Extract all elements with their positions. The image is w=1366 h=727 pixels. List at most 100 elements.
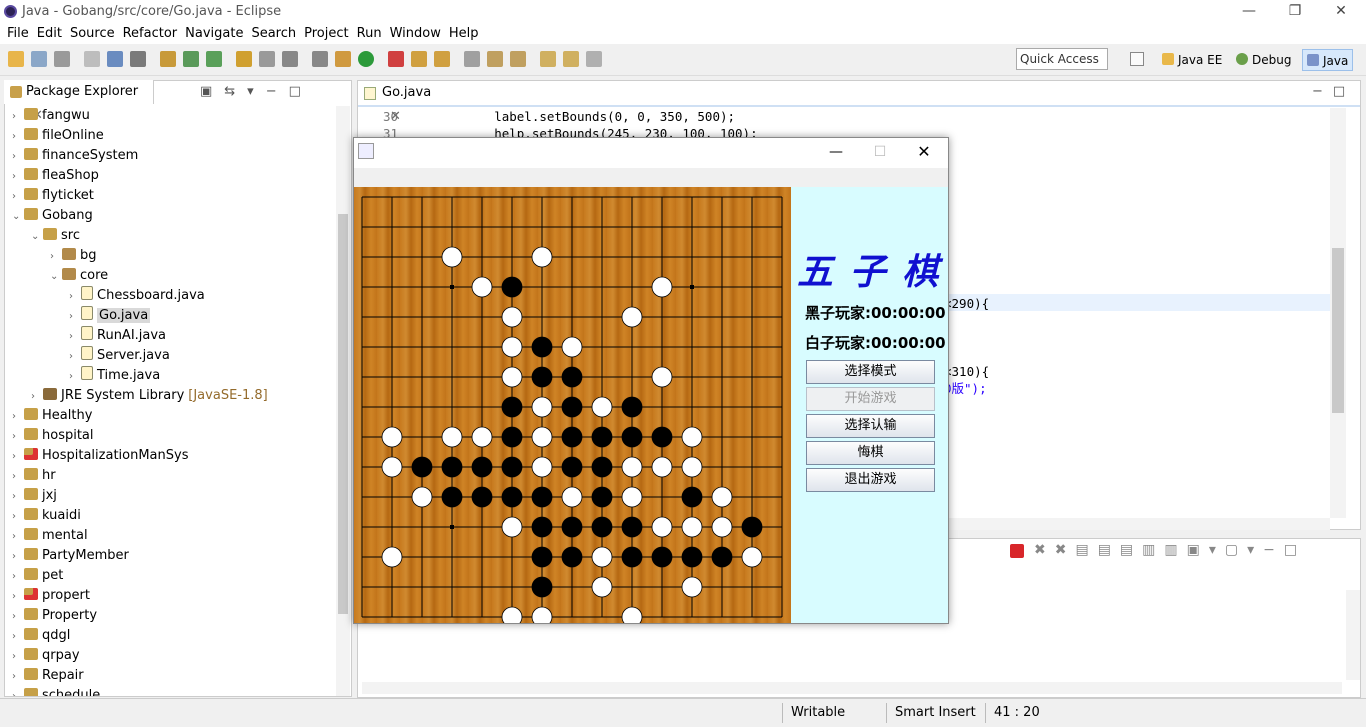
- build-icon[interactable]: [236, 51, 252, 67]
- chevron-right-icon[interactable]: ›: [69, 287, 81, 307]
- chevron-right-icon[interactable]: ›: [12, 107, 24, 127]
- show-whitespace-icon[interactable]: [335, 51, 351, 67]
- toggle-mark-occ-icon[interactable]: [312, 51, 328, 67]
- perspective-java-ee[interactable]: Java EE: [1158, 49, 1226, 71]
- chevron-right-icon[interactable]: ›: [12, 487, 24, 507]
- surrender-button[interactable]: 选择认输: [806, 414, 935, 438]
- run-icon[interactable]: [358, 51, 374, 67]
- tree-item-schedule[interactable]: › schedule: [10, 686, 340, 696]
- tree-item-jre-system-library[interactable]: › JRE System Library [JavaSE-1.8]: [10, 386, 340, 406]
- perspective-debug[interactable]: Debug: [1232, 49, 1295, 71]
- chevron-right-icon[interactable]: ›: [12, 687, 24, 696]
- select-mode-button[interactable]: 选择模式: [806, 360, 935, 384]
- prev-annotation-icon[interactable]: [510, 51, 526, 67]
- debug-config-icon[interactable]: [160, 51, 176, 67]
- tree-item-hr[interactable]: › hr: [10, 466, 340, 486]
- tree-item-qrpay[interactable]: › qrpay: [10, 646, 340, 666]
- tree-item-financesystem[interactable]: › financeSystem: [10, 146, 340, 166]
- tree-item-qdgl[interactable]: › qdgl: [10, 626, 340, 646]
- board-grid[interactable]: [354, 187, 791, 623]
- chevron-right-icon[interactable]: ›: [12, 147, 24, 167]
- exit-game-button[interactable]: 退出游戏: [806, 468, 935, 492]
- tree-item-chessboard-java[interactable]: › Chessboard.java: [10, 286, 340, 306]
- chevron-right-icon[interactable]: ›: [12, 127, 24, 147]
- tree-item-core[interactable]: ⌄ core: [10, 266, 340, 286]
- tree-item-hospitalizationmansys[interactable]: › HospitalizationManSys: [10, 446, 340, 466]
- chevron-down-icon[interactable]: ⌄: [50, 267, 62, 287]
- toggle-mark-icon[interactable]: [282, 51, 298, 67]
- tree-item-jxj[interactable]: › jxj: [10, 486, 340, 506]
- external-tools-icon[interactable]: [464, 51, 480, 67]
- chevron-down-icon[interactable]: ⌄: [31, 227, 43, 247]
- print-icon[interactable]: [84, 51, 100, 67]
- open-perspective-icon[interactable]: [1130, 52, 1144, 66]
- open-task-icon[interactable]: [411, 51, 427, 67]
- chevron-right-icon[interactable]: ›: [12, 467, 24, 487]
- forward-icon[interactable]: [563, 51, 579, 67]
- explorer-scrollbar[interactable]: [336, 106, 350, 696]
- pin-icon[interactable]: [586, 51, 602, 67]
- chevron-right-icon[interactable]: ›: [12, 407, 24, 427]
- perspective-java[interactable]: Java: [1302, 49, 1354, 71]
- tree-item-property[interactable]: › Property: [10, 606, 340, 626]
- minimize-icon[interactable]: —: [1226, 0, 1272, 24]
- tab-go-java[interactable]: Go.java ✕: [358, 81, 450, 124]
- chevron-right-icon[interactable]: ›: [12, 427, 24, 447]
- chevron-right-icon[interactable]: ›: [69, 307, 81, 327]
- tree-item-healthy[interactable]: › Healthy: [10, 406, 340, 426]
- chevron-down-icon[interactable]: ⌄: [12, 207, 24, 227]
- link-icon[interactable]: [259, 51, 275, 67]
- search-icon[interactable]: [130, 51, 146, 67]
- start-game-button[interactable]: 开始游戏: [806, 387, 935, 411]
- tree-item-gobang[interactable]: ⌄ Gobang: [10, 206, 340, 226]
- chevron-right-icon[interactable]: ›: [31, 387, 43, 407]
- quick-access-input[interactable]: Quick Access: [1016, 48, 1108, 70]
- tree-item-time-java[interactable]: › Time.java: [10, 366, 340, 386]
- close-icon[interactable]: ✕: [904, 140, 944, 166]
- menu-source[interactable]: Source: [66, 25, 119, 43]
- tree-item-pet[interactable]: › pet: [10, 566, 340, 586]
- menu-search[interactable]: Search: [247, 25, 300, 43]
- tree-item-hospital[interactable]: › hospital: [10, 426, 340, 446]
- tree-item-flyticket[interactable]: › flyticket: [10, 186, 340, 206]
- editor-vertical-scrollbar[interactable]: [1330, 108, 1346, 518]
- menu-run[interactable]: Run: [353, 25, 386, 43]
- open-type-icon[interactable]: [107, 51, 123, 67]
- terminate-icon[interactable]: [1010, 544, 1024, 558]
- tree-item-mental[interactable]: › mental: [10, 526, 340, 546]
- menu-navigate[interactable]: Navigate: [181, 25, 247, 43]
- menu-project[interactable]: Project: [300, 25, 352, 43]
- editor-window-controls[interactable]: −□: [1312, 84, 1355, 99]
- console-vertical-scrollbar[interactable]: [1346, 590, 1360, 680]
- tree-item-server-java[interactable]: › Server.java: [10, 346, 340, 366]
- chevron-right-icon[interactable]: ›: [12, 187, 24, 207]
- chevron-right-icon[interactable]: ›: [50, 247, 62, 267]
- tree-item-fileonline[interactable]: › fileOnline: [10, 126, 340, 146]
- next-annotation-icon[interactable]: [487, 51, 503, 67]
- code-line[interactable]: 30 label.setBounds(0, 0, 350, 500);: [368, 108, 1328, 125]
- tree-item-fangwu[interactable]: › fangwu: [10, 106, 340, 126]
- chevron-right-icon[interactable]: ›: [12, 647, 24, 667]
- console-horizontal-scrollbar[interactable]: [362, 682, 1342, 694]
- new-icon[interactable]: [8, 51, 24, 67]
- back-icon[interactable]: [540, 51, 556, 67]
- menu-help[interactable]: Help: [445, 25, 483, 43]
- save-icon[interactable]: [31, 51, 47, 67]
- chevron-right-icon[interactable]: ›: [12, 607, 24, 627]
- chevron-right-icon[interactable]: ›: [12, 627, 24, 647]
- tree-item-runai-java[interactable]: › RunAI.java: [10, 326, 340, 346]
- chevron-right-icon[interactable]: ›: [12, 447, 24, 467]
- tree-item-partymember[interactable]: › PartyMember: [10, 546, 340, 566]
- close-icon[interactable]: ✕: [1318, 0, 1364, 24]
- chevron-right-icon[interactable]: ›: [12, 547, 24, 567]
- tree-item-bg[interactable]: › bg: [10, 246, 340, 266]
- tree-item-kuaidi[interactable]: › kuaidi: [10, 506, 340, 526]
- open-folder-icon[interactable]: [434, 51, 450, 67]
- maximize-icon[interactable]: ☐: [860, 140, 900, 166]
- save-all-icon[interactable]: [54, 51, 70, 67]
- tree-item-go-java[interactable]: › Go.java: [10, 306, 340, 326]
- run-last-icon[interactable]: [183, 51, 199, 67]
- chevron-right-icon[interactable]: ›: [12, 167, 24, 187]
- tree-item-fleashop[interactable]: › fleaShop: [10, 166, 340, 186]
- tree-item-src[interactable]: ⌄ src: [10, 226, 340, 246]
